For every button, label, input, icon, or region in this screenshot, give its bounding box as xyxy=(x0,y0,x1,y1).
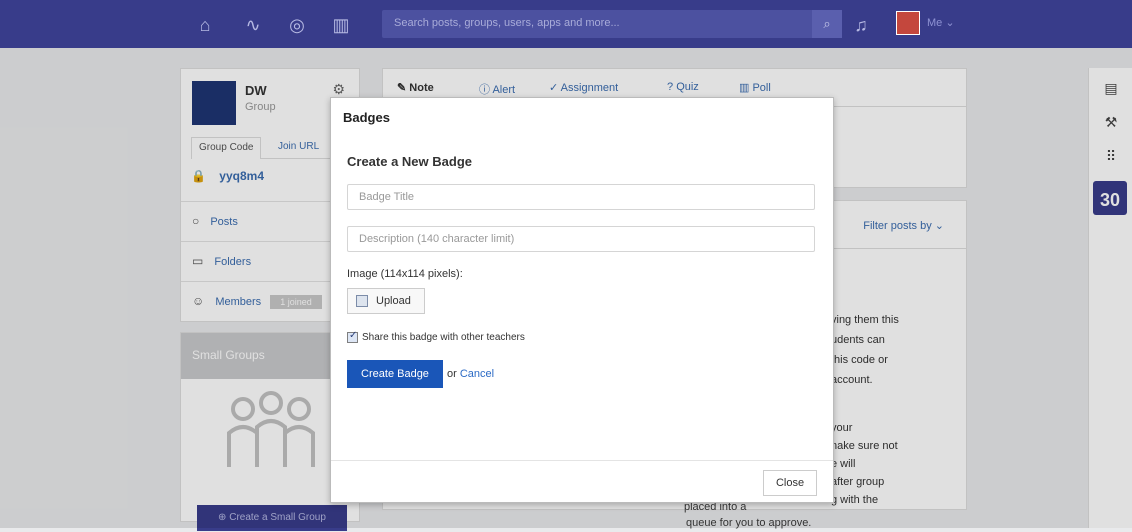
image-size-label: Image (114x114 pixels): xyxy=(347,268,463,280)
notifications-bell-icon[interactable]: ♫ xyxy=(850,14,872,36)
upload-label: Upload xyxy=(376,295,411,307)
create-badge-heading: Create a New Badge xyxy=(347,154,472,169)
dialog-footer-divider xyxy=(331,460,833,461)
library-book-icon[interactable]: ▥ xyxy=(330,14,352,36)
upload-image-icon xyxy=(356,295,368,308)
share-badge-checkbox[interactable] xyxy=(347,330,358,343)
close-button[interactable]: Close xyxy=(763,470,817,496)
or-label: or xyxy=(447,368,457,380)
badge-title-input[interactable] xyxy=(347,184,815,210)
search-bar: ⌕ xyxy=(382,10,842,38)
share-badge-row: Share this badge with other teachers xyxy=(347,330,525,343)
user-avatar[interactable] xyxy=(896,11,920,35)
discover-compass-icon[interactable]: ◎ xyxy=(286,14,308,36)
or-cancel-text: or Cancel xyxy=(447,368,494,380)
badge-description-input[interactable] xyxy=(347,226,815,252)
badges-dialog: Badges Create a New Badge Image (114x114… xyxy=(330,97,834,503)
create-badge-button[interactable]: Create Badge xyxy=(347,360,443,388)
upload-button[interactable]: Upload xyxy=(347,288,425,314)
share-badge-label[interactable]: Share this badge with other teachers xyxy=(362,332,525,343)
dialog-title: Badges xyxy=(343,110,390,125)
cancel-link[interactable]: Cancel xyxy=(460,368,494,380)
search-input[interactable] xyxy=(394,17,794,29)
search-icon[interactable]: ⌕ xyxy=(812,10,842,38)
activity-icon[interactable]: ∿ xyxy=(242,14,264,36)
account-menu[interactable]: Me ⌄ xyxy=(927,16,955,29)
top-nav-bar: ⌂ ∿ ◎ ▥ ⌕ ♫ Me ⌄ xyxy=(0,0,1132,48)
home-icon[interactable]: ⌂ xyxy=(194,14,216,36)
feed-text-line: queue for you to approve. xyxy=(686,517,812,529)
